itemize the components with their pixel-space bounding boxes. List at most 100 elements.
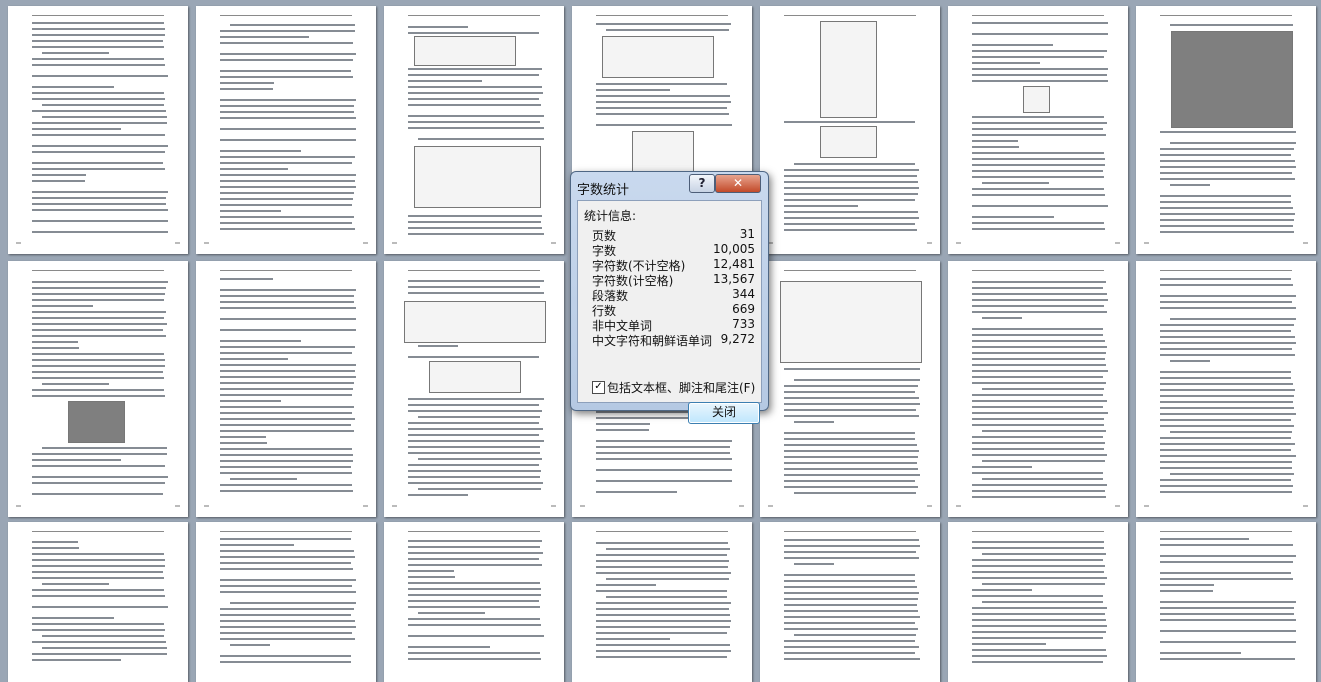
text-line — [220, 568, 353, 570]
text-line — [972, 619, 1106, 621]
text-line — [220, 614, 351, 616]
text-line — [1160, 641, 1296, 643]
text-line — [596, 632, 727, 634]
page-header-rule — [408, 15, 540, 16]
text-line — [220, 418, 355, 420]
page-thumbnail[interactable] — [196, 261, 376, 517]
page-thumbnail[interactable] — [948, 261, 1128, 517]
text-line — [1160, 461, 1292, 463]
text-line — [784, 474, 920, 476]
page-thumbnail[interactable] — [1136, 522, 1316, 682]
text-line — [42, 52, 109, 54]
page-footer-marks — [768, 505, 932, 507]
text-line — [408, 652, 540, 654]
text-line — [784, 450, 919, 452]
page-thumbnail[interactable] — [572, 522, 752, 682]
text-line — [972, 299, 1108, 301]
page-footer-marks — [1144, 242, 1308, 244]
text-line — [32, 281, 168, 283]
text-line — [220, 358, 288, 360]
text-line — [32, 209, 168, 211]
text-line — [220, 394, 352, 396]
text-line — [794, 163, 915, 165]
text-line — [972, 158, 1105, 160]
text-line — [972, 607, 1107, 609]
page-thumbnail[interactable] — [948, 6, 1128, 254]
text-line — [972, 128, 1103, 130]
text-line — [220, 204, 352, 206]
text-line — [1160, 336, 1295, 338]
page-thumbnail[interactable] — [8, 522, 188, 682]
page-thumbnail[interactable] — [1136, 261, 1316, 517]
text-line — [972, 334, 1103, 336]
text-line — [784, 486, 918, 488]
text-line — [606, 596, 727, 598]
text-line — [1160, 401, 1293, 403]
page-header-rule — [596, 15, 728, 16]
text-line — [418, 345, 458, 347]
page-thumbnail[interactable] — [196, 522, 376, 682]
text-line — [32, 110, 166, 112]
dialog-titlebar[interactable]: 字数统计 ? ✕ — [571, 172, 768, 198]
text-line — [972, 370, 1108, 372]
text-line — [32, 231, 168, 233]
include-textboxes-checkbox[interactable]: ✓ — [592, 381, 605, 394]
page-thumbnail[interactable] — [760, 522, 940, 682]
page-thumbnail[interactable] — [384, 522, 564, 682]
text-line — [596, 469, 732, 471]
text-line — [972, 577, 1107, 579]
text-line — [1160, 485, 1293, 487]
page-thumbnail[interactable] — [8, 6, 188, 254]
text-line — [784, 211, 918, 213]
text-line — [32, 659, 121, 661]
text-line — [1160, 284, 1293, 286]
text-line — [972, 164, 1105, 166]
text-line — [972, 216, 1054, 218]
text-line — [230, 602, 356, 604]
help-button[interactable]: ? — [689, 174, 715, 193]
text-line — [408, 98, 539, 100]
text-line — [220, 562, 351, 564]
text-line — [220, 216, 354, 218]
text-line — [408, 227, 542, 229]
text-line — [32, 395, 165, 397]
text-line — [408, 398, 544, 400]
include-textboxes-label[interactable]: 包括文本框、脚注和尾注(F) — [607, 379, 755, 396]
text-line — [408, 434, 539, 436]
page-thumbnail[interactable] — [760, 261, 940, 517]
text-line — [1160, 371, 1291, 373]
text-line — [1160, 207, 1293, 209]
text-line — [596, 107, 727, 109]
page-thumbnail[interactable] — [1136, 6, 1316, 254]
text-line — [1160, 590, 1213, 592]
text-line — [32, 220, 168, 222]
page-thumbnail[interactable] — [384, 261, 564, 517]
text-line — [32, 465, 165, 467]
text-line — [596, 452, 730, 454]
page-figure — [1023, 86, 1050, 113]
text-line — [220, 591, 356, 593]
text-line — [784, 456, 918, 458]
text-line — [1160, 213, 1295, 215]
text-line — [1160, 652, 1241, 654]
text-line — [408, 646, 490, 648]
text-line — [32, 335, 166, 337]
page-thumbnail[interactable] — [760, 6, 940, 254]
page-thumbnail[interactable] — [384, 6, 564, 254]
close-button[interactable]: 关闭 — [688, 402, 760, 424]
page-thumbnail[interactable] — [8, 261, 188, 517]
page-thumbnail[interactable] — [948, 522, 1128, 682]
text-line — [784, 652, 915, 654]
close-icon[interactable]: ✕ — [715, 174, 761, 193]
text-line — [408, 570, 454, 572]
text-line — [1160, 584, 1214, 586]
text-line — [784, 169, 919, 171]
text-line — [972, 490, 1105, 492]
text-line — [784, 217, 919, 219]
text-line — [408, 26, 468, 28]
stat-row-asian-characters: 中文字符和朝鲜语单词 9,272 — [592, 332, 755, 348]
page-thumbnail[interactable] — [196, 6, 376, 254]
text-line — [418, 138, 544, 140]
text-line — [784, 586, 917, 588]
text-line — [220, 626, 356, 628]
